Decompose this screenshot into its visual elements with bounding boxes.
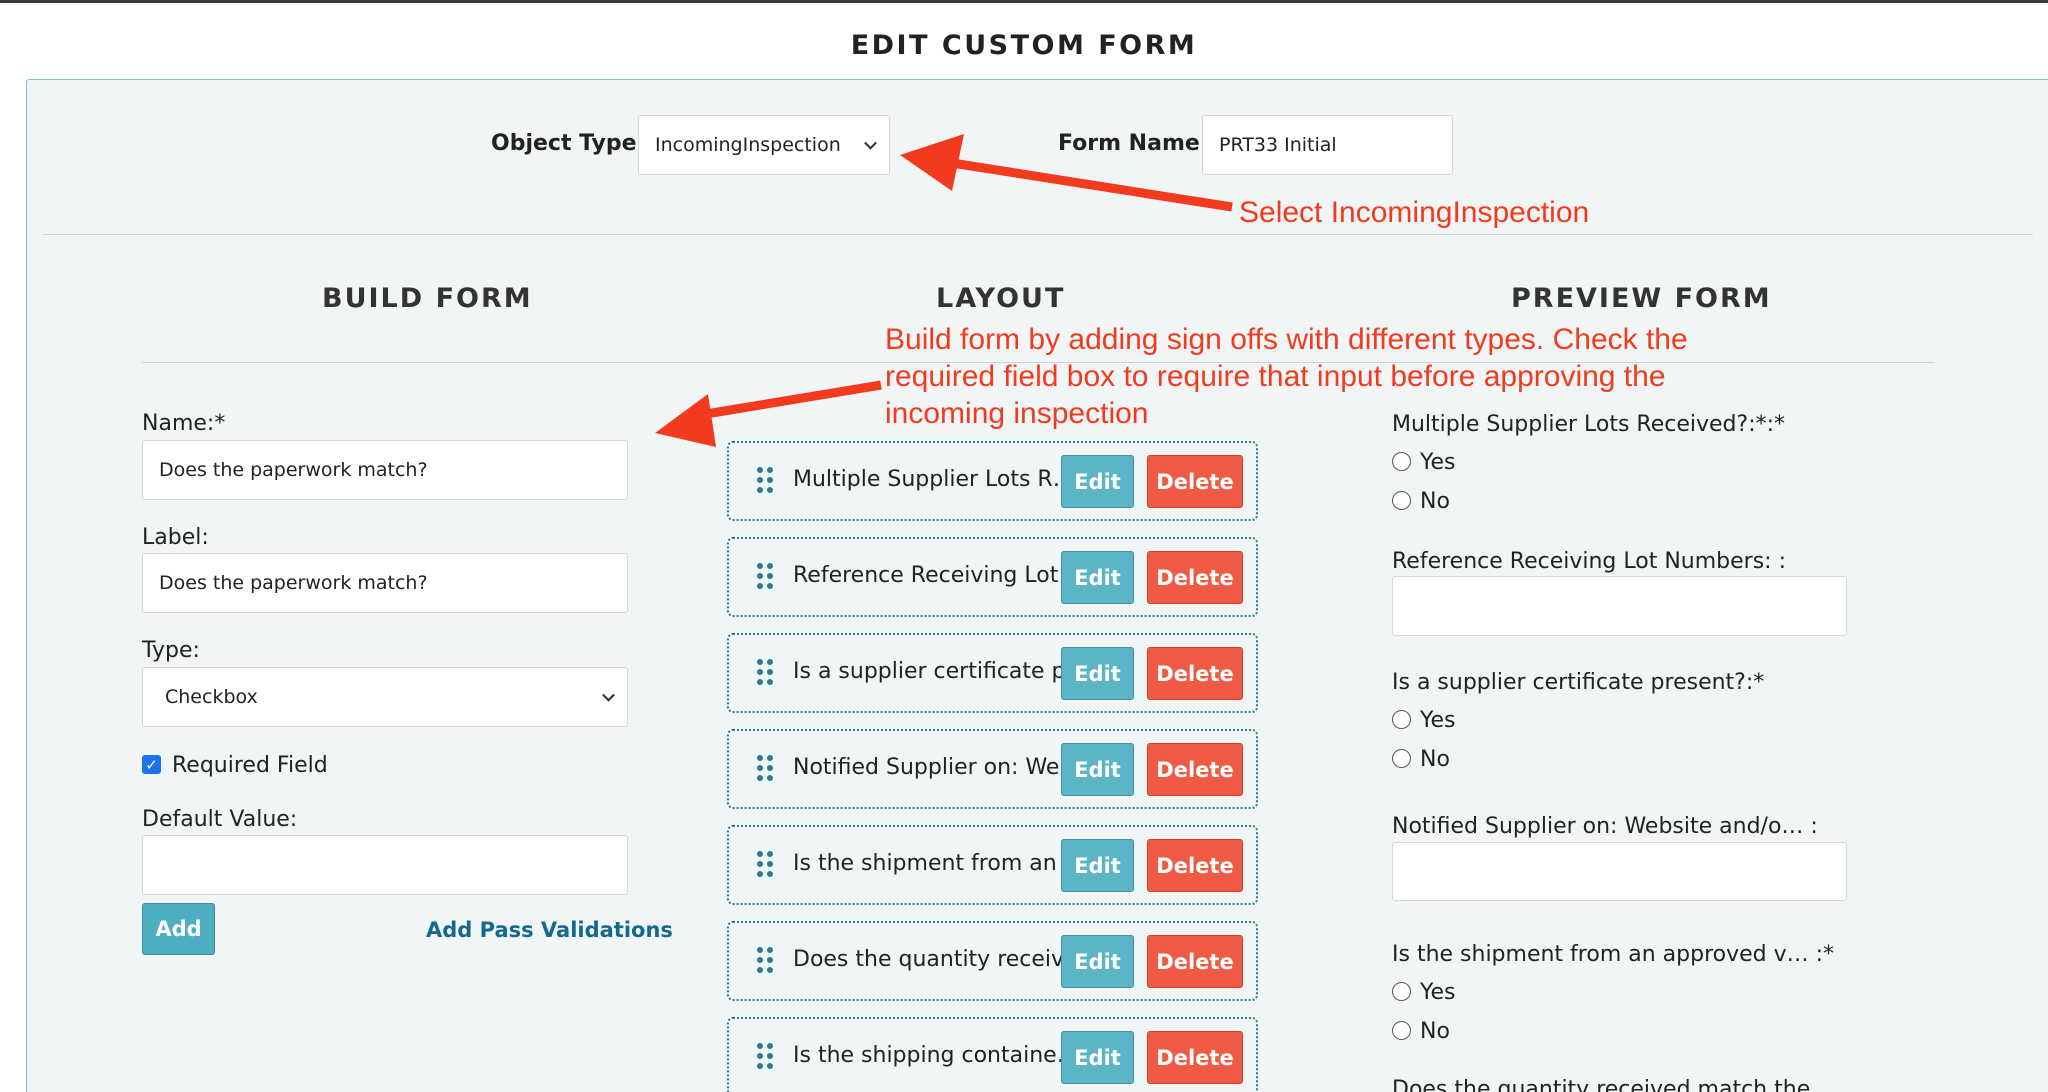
build-annotation-line1: Build form by adding sign offs with diff…	[885, 323, 1688, 356]
arrow-to-build-form	[699, 380, 882, 420]
arrow-head-icon	[900, 134, 964, 191]
select-annotation: Select IncomingInspection	[1239, 196, 1590, 229]
build-annotation-line2: required field box to require that input…	[885, 360, 1666, 393]
annotation-arrows	[655, 134, 1233, 447]
arrow-head-icon	[655, 394, 716, 447]
arrow-to-object-type	[951, 158, 1233, 212]
build-annotation-line3: incoming inspection	[885, 397, 1149, 430]
